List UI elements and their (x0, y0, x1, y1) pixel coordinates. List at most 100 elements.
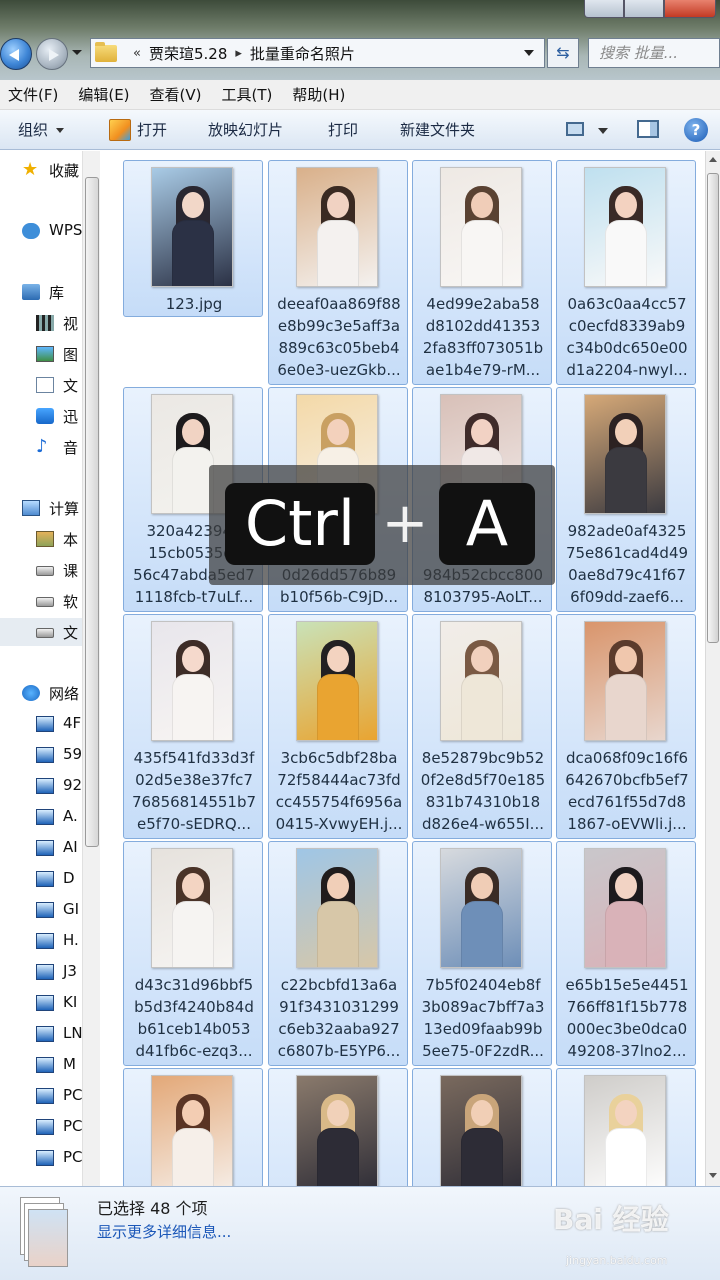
file-item[interactable] (556, 1068, 696, 1186)
nav-item[interactable]: PC (0, 1113, 84, 1141)
minimize-button[interactable] (584, 0, 624, 18)
nav-item[interactable]: AI (0, 834, 84, 862)
address-dropdown-icon[interactable] (524, 50, 534, 56)
view-options-chevron-icon[interactable] (598, 128, 608, 134)
nav-item[interactable]: 文 (0, 618, 84, 646)
file-item[interactable]: 4ed99e2aba58 d8102dd41353 2fa83ff073051b… (412, 160, 552, 385)
nav-item[interactable]: 库 (0, 278, 84, 306)
organize-label: 组织 (18, 121, 49, 139)
nav-item[interactable]: PC (0, 1144, 84, 1172)
file-item[interactable] (412, 1068, 552, 1186)
nav-item[interactable]: 59 (0, 741, 84, 769)
menu-help[interactable]: 帮助(H) (292, 84, 345, 105)
new-folder-button[interactable]: 新建文件夹 (400, 110, 475, 150)
file-name: 3cb6c5dbf28ba 72f58444ac73fd cc455754f69… (275, 749, 403, 833)
file-item[interactable] (268, 1068, 408, 1186)
scroll-down-icon[interactable] (709, 1173, 717, 1178)
nav-item-label: H. (63, 931, 79, 949)
maximize-button[interactable] (624, 0, 664, 18)
forward-button[interactable] (36, 38, 68, 70)
nav-item[interactable]: D (0, 865, 84, 893)
nav-item[interactable]: KI (0, 989, 84, 1017)
file-item[interactable]: d43c31d96bbf5 b5d3f4240b84d b61ceb14b053… (123, 841, 263, 1066)
drive-icon (36, 566, 54, 576)
nav-item[interactable]: A. (0, 803, 84, 831)
nav-item[interactable]: LN (0, 1020, 84, 1048)
open-icon (109, 119, 131, 141)
nav-item[interactable]: 文 (0, 371, 84, 399)
menu-tools[interactable]: 工具(T) (222, 84, 273, 105)
thunder-icon (36, 408, 54, 424)
show-more-details-link[interactable]: 显示更多详细信息... (97, 1221, 231, 1242)
search-input[interactable]: 搜索 批量... (588, 38, 720, 68)
star-icon: ★ (22, 159, 39, 180)
file-item[interactable]: 435f541fd33d3f 02d5e38e37fc7 76856814551… (123, 614, 263, 839)
nav-item[interactable]: J3 (0, 958, 84, 986)
nav-item[interactable]: 课 (0, 556, 84, 584)
nav-item[interactable]: WPS (0, 217, 84, 245)
file-item[interactable]: deeaf0aa869f88 e8b99c3e5aff3a 889c63c05b… (268, 160, 408, 385)
file-item[interactable] (123, 1068, 263, 1186)
nav-item-label: M (63, 1055, 76, 1073)
menu-view[interactable]: 查看(V) (150, 84, 202, 105)
breadcrumb-separator[interactable]: ▸ (235, 46, 242, 61)
nav-scrollbar-thumb[interactable] (85, 177, 99, 847)
nav-item[interactable]: 92 (0, 772, 84, 800)
nav-item-label: 软 (63, 593, 79, 611)
content-scrollbar-thumb[interactable] (707, 173, 719, 643)
change-view-icon[interactable] (566, 122, 584, 136)
host-icon (36, 902, 54, 918)
close-window-button[interactable] (664, 0, 716, 18)
preview-pane-icon[interactable] (637, 120, 659, 138)
file-item[interactable]: c22bcbfd13a6a 91f3431031299 c6eb32aaba92… (268, 841, 408, 1066)
nav-item[interactable]: 计算 (0, 494, 84, 522)
slideshow-button[interactable]: 放映幻灯片 (208, 110, 283, 150)
address-bar[interactable]: « 贾荣瑄5.28 ▸ 批量重命名照片 (90, 38, 545, 68)
back-button[interactable] (0, 38, 32, 70)
print-button[interactable]: 打印 (328, 110, 358, 150)
photo-thumbnail (584, 394, 666, 514)
host-icon (36, 1119, 54, 1135)
nav-item[interactable]: M (0, 1051, 84, 1079)
menu-file[interactable]: 文件(F) (8, 84, 58, 105)
help-icon[interactable]: ? (684, 118, 708, 142)
file-name: 8e52879bc9b52 0f2e8d5f70e185 831b74310b1… (420, 749, 546, 833)
file-item[interactable]: 7b5f02404eb8f 3b089ac7bff7a3 13ed09faab9… (412, 841, 552, 1066)
plus-sign: + (381, 491, 429, 556)
file-item[interactable]: 8e52879bc9b52 0f2e8d5f70e185 831b74310b1… (412, 614, 552, 839)
file-item[interactable]: 0a63c0aa4cc57 c0ecfd8339ab9 c34b0dc650e0… (556, 160, 696, 385)
nav-item[interactable]: 迅 (0, 402, 84, 430)
file-item[interactable]: e65b15e5e4451 766ff81f15b778 000ec3be0dc… (556, 841, 696, 1066)
nav-item[interactable]: 4F (0, 710, 84, 738)
nav-item[interactable]: 视 (0, 309, 84, 337)
content-scrollbar[interactable] (705, 151, 720, 1186)
nav-item[interactable]: 本 (0, 525, 84, 553)
nav-item[interactable]: GI (0, 896, 84, 924)
file-item[interactable]: dca068f09c16f6 642670bcfb5ef7 ecd761f55d… (556, 614, 696, 839)
scroll-up-icon[interactable] (709, 157, 717, 162)
file-item[interactable]: 3cb6c5dbf28ba 72f58444ac73fd cc455754f69… (268, 614, 408, 839)
open-button[interactable]: 打开 (137, 110, 167, 150)
nav-item[interactable]: ♪ 音 (0, 433, 84, 461)
breadcrumb-overflow[interactable]: « (133, 46, 141, 61)
nav-item[interactable]: PC (0, 1082, 84, 1110)
nav-item-label: 音 (63, 439, 79, 457)
selection-count: 已选择 48 个项 (97, 1199, 208, 1218)
file-item[interactable]: 982ade0af4325 75e861cad4d49 0ae8d79c41f6… (556, 387, 696, 612)
menu-edit[interactable]: 编辑(E) (78, 84, 129, 105)
refresh-button[interactable]: ⇆ (547, 38, 579, 68)
photo-thumbnail (151, 621, 233, 741)
organize-button[interactable]: 组织 (18, 110, 65, 150)
nav-item[interactable]: H. (0, 927, 84, 955)
nav-item-label: 计算 (49, 500, 80, 518)
file-item[interactable]: 123.jpg (123, 160, 263, 317)
breadcrumb-current[interactable]: 批量重命名照片 (250, 43, 355, 64)
nav-item[interactable]: 网络 (0, 679, 84, 707)
breadcrumb-parent[interactable]: 贾荣瑄5.28 (149, 43, 227, 64)
photo-thumbnail (584, 167, 666, 287)
nav-item[interactable]: 软 (0, 587, 84, 615)
recent-pages-dropdown[interactable] (72, 50, 82, 55)
nav-item[interactable]: 图 (0, 340, 84, 368)
nav-item[interactable]: ★ 收藏 (0, 156, 84, 184)
nav-scrollbar[interactable] (82, 151, 100, 1186)
